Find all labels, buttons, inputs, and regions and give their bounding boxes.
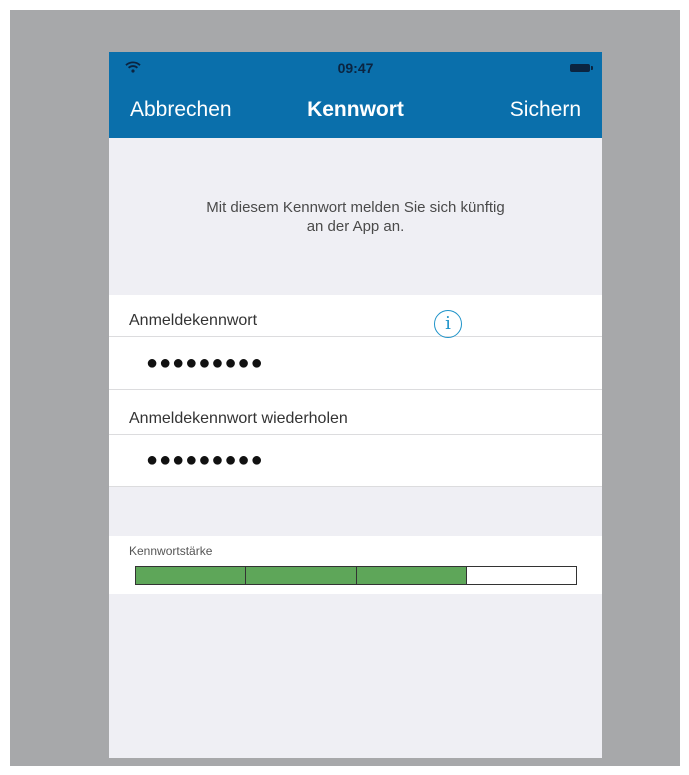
- page-title-text: Kennwort: [307, 98, 404, 121]
- password-form: Anmeldekennwort ●●●●●●●●● Anmeldekennwor…: [109, 295, 602, 487]
- strength-segment-filled: [355, 567, 466, 584]
- strength-segment-filled: [245, 567, 356, 584]
- status-time: 09:47: [337, 60, 374, 76]
- navigation-bar: 09:47 Abbrechen Kennwort Sichern: [109, 52, 602, 138]
- save-button[interactable]: Sichern: [510, 98, 581, 122]
- strength-segment-empty: [465, 567, 576, 584]
- screenshot-frame: 09:47 Abbrechen Kennwort Sichern Mit die…: [10, 10, 680, 766]
- battery-icon: [570, 64, 593, 72]
- divider: [109, 486, 602, 487]
- intro-line-2: an der App an.: [306, 218, 405, 235]
- repeat-password-label: Anmeldekennwort wiederholen: [129, 410, 348, 427]
- strength-segment-filled: [136, 567, 246, 584]
- password-field[interactable]: ●●●●●●●●●: [146, 352, 264, 375]
- divider: [109, 434, 602, 435]
- repeat-password-field[interactable]: ●●●●●●●●●: [146, 449, 264, 472]
- intro-line-1: Mit diesem Kennwort melden Sie sich künf…: [206, 199, 505, 216]
- divider: [109, 389, 602, 390]
- password-strength-section: Kennwortstärke: [109, 536, 602, 594]
- intro-text: Mit diesem Kennwort melden Sie sich künf…: [109, 198, 602, 236]
- divider: [109, 336, 602, 337]
- password-strength-meter: [135, 566, 577, 585]
- password-label: Anmeldekennwort: [129, 312, 258, 329]
- password-strength-label: Kennwortstärke: [129, 544, 213, 558]
- app-screen: 09:47 Abbrechen Kennwort Sichern Mit die…: [109, 52, 602, 758]
- info-icon[interactable]: i: [434, 310, 462, 338]
- cancel-button[interactable]: Abbrechen: [130, 98, 232, 122]
